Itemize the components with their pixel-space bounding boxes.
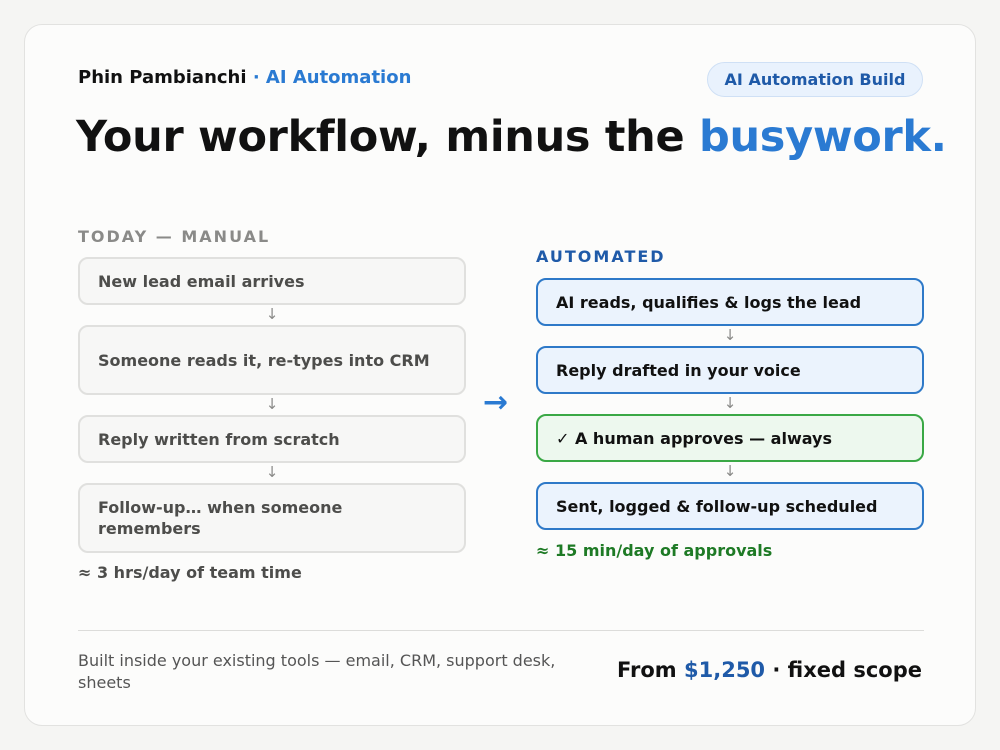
price-value: $1,250	[684, 658, 766, 682]
brand-name: Phin Pambianchi	[78, 67, 247, 88]
headline: Your workflow, minus the busywork.	[76, 112, 947, 162]
headline-accent: busywork.	[699, 112, 947, 162]
manual-column-label: TODAY — MANUAL	[78, 227, 271, 246]
down-arrow-icon: ↓	[723, 462, 737, 480]
automated-step-1: AI reads, qualifies & logs the lead	[536, 278, 924, 326]
footer-divider	[78, 630, 924, 631]
down-arrow-icon: ↓	[723, 394, 737, 412]
manual-step-4: Follow-up… when someone remembers	[78, 483, 466, 553]
automated-column-label: AUTOMATED	[536, 247, 666, 266]
manual-step-2: Someone reads it, re-types into CRM	[78, 325, 466, 395]
brand-line: Phin Pambianchi · AI Automation	[78, 67, 411, 88]
automated-step-2: Reply drafted in your voice	[536, 346, 924, 394]
down-arrow-icon: ↓	[265, 463, 279, 481]
down-arrow-icon: ↓	[265, 305, 279, 323]
down-arrow-icon: ↓	[723, 326, 737, 344]
right-arrow-icon: →	[483, 385, 509, 420]
brand-tagline: · AI Automation	[252, 67, 412, 88]
headline-lead: Your workflow, minus the	[76, 112, 699, 162]
automated-step-3-human-approval: ✓ A human approves — always	[536, 414, 924, 462]
price-line: From $1,250 · fixed scope	[617, 658, 922, 682]
automated-step-4: Sent, logged & follow-up scheduled	[536, 482, 924, 530]
price-prefix: From	[617, 658, 684, 682]
down-arrow-icon: ↓	[265, 395, 279, 413]
manual-step-3: Reply written from scratch	[78, 415, 466, 463]
manual-summary: ≈ 3 hrs/day of team time	[78, 563, 302, 582]
price-suffix: · fixed scope	[765, 658, 922, 682]
footer-note: Built inside your existing tools — email…	[78, 651, 556, 692]
service-badge: AI Automation Build	[707, 62, 923, 97]
automated-summary: ≈ 15 min/day of approvals	[536, 541, 773, 560]
manual-step-1: New lead email arrives	[78, 257, 466, 305]
promo-card: Phin Pambianchi · AI Automation AI Autom…	[24, 24, 976, 726]
